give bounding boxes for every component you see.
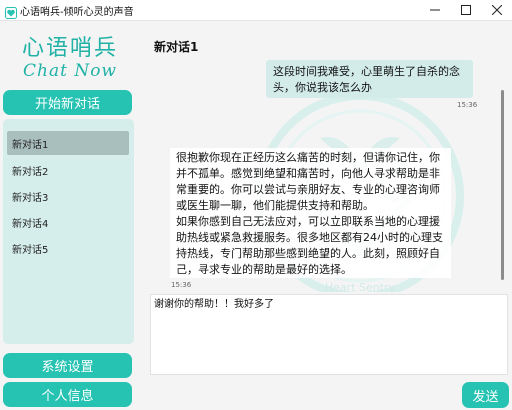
- minimize-icon: [430, 9, 440, 11]
- bot-message-paragraph: 如果你感到自己无法应对，可以立即联系当地的心理援助热线或紧急救援服务。很多地区都…: [176, 215, 443, 276]
- logo-title: 心语哨兵: [21, 36, 118, 61]
- bot-message-paragraph: 很抱歉你现在正经历这么痛苦的时刻，但请你记住，你并不孤单。感觉到绝望和痛苦时，向…: [176, 151, 440, 212]
- message-timestamp: 15:36: [171, 281, 192, 289]
- conversation-item[interactable]: 新对话4: [7, 210, 129, 234]
- title-bar: 心语哨兵-倾听心灵的声音: [0, 0, 512, 21]
- send-button[interactable]: 发送: [462, 382, 509, 408]
- window-title: 心语哨兵-倾听心灵的声音: [20, 7, 134, 18]
- conversation-item[interactable]: 新对话3: [7, 184, 129, 208]
- maximize-icon: [461, 5, 471, 15]
- watermark-text: Heart Sentry: [325, 281, 396, 292]
- logo-subtitle: Chat Now: [23, 61, 117, 81]
- conversation-item[interactable]: 新对话1: [7, 131, 129, 155]
- message-input[interactable]: 谢谢你的帮助！！我好多了: [150, 294, 508, 375]
- heart-app-icon: [5, 4, 17, 19]
- profile-button[interactable]: 个人信息: [3, 382, 132, 407]
- settings-button[interactable]: 系统设置: [3, 353, 132, 378]
- chat-scrollbar[interactable]: [501, 90, 504, 280]
- user-message-bubble: 这段时间我难受，心里萌生了自杀的念头，你说我该怎么办: [266, 60, 473, 98]
- message-timestamp: 15:36: [457, 101, 478, 109]
- chat-messages[interactable]: Heart Sentry 这段时间我难受，心里萌生了自杀的念头，你说我该怎么办 …: [150, 56, 506, 292]
- conversation-item[interactable]: 新对话5: [7, 236, 129, 260]
- conversation-item[interactable]: 新对话2: [7, 158, 129, 182]
- bot-message-bubble: 很抱歉你现在正经历这么痛苦的时刻，但请你记住，你并不孤单。感觉到绝望和痛苦时，向…: [170, 148, 451, 278]
- new-chat-button[interactable]: 开始新对话: [3, 90, 132, 115]
- minimize-button[interactable]: [420, 0, 450, 20]
- close-button[interactable]: [482, 0, 512, 20]
- chat-title: 新对话1: [154, 40, 199, 54]
- sidebar: 心语哨兵 Chat Now 开始新对话 新对话1 新对话2 新对话3 新对话4 …: [0, 20, 140, 410]
- close-icon: [492, 5, 502, 15]
- maximize-button[interactable]: [451, 0, 481, 20]
- conversation-list: 新对话1 新对话2 新对话3 新对话4 新对话5: [3, 119, 134, 344]
